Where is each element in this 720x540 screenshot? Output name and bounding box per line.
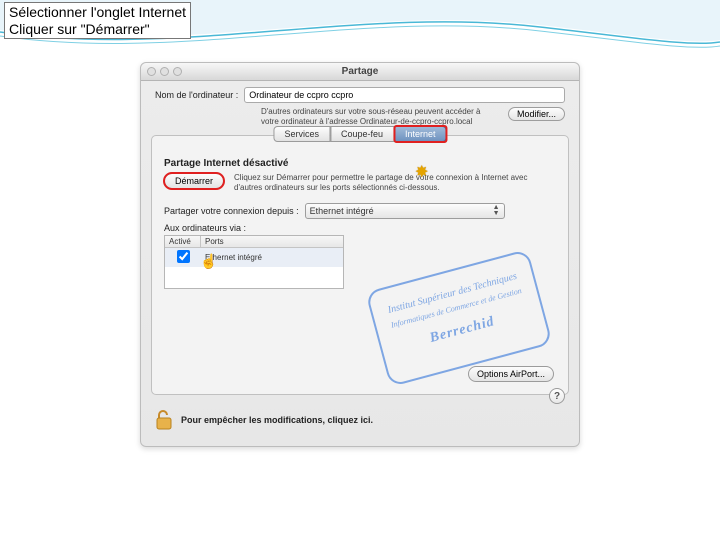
cursor-highlight-icon: ✸ [415,162,428,182]
lock-row[interactable]: Pour empêcher les modifications, cliquez… [141,403,579,437]
tab-firewall[interactable]: Coupe-feu [330,126,394,142]
lock-text: Pour empêcher les modifications, cliquez… [181,415,373,425]
computer-name-row: Nom de l'ordinateur : [141,81,579,105]
titlebar: Partage [141,63,579,81]
col-ports: Ports [201,236,343,247]
col-active: Activé [165,236,201,247]
instruction-box: Sélectionner l'onglet Internet Cliquer s… [4,2,191,39]
instruction-line-2: Cliquer sur "Démarrer" [9,21,186,38]
tabs: Services Coupe-feu Internet [273,126,446,142]
chevron-updown-icon: ▲▼ [493,205,500,217]
start-hint: Cliquez sur Démarrer pour permettre le p… [234,173,556,193]
instruction-line-1: Sélectionner l'onglet Internet [9,4,186,21]
window-title: Partage [141,66,579,77]
ports-table: Activé Ports Ethernet intégré [164,235,344,289]
table-row[interactable]: Ethernet intégré [165,248,343,267]
start-button[interactable]: Démarrer [164,173,224,189]
tab-services[interactable]: Services [273,126,330,142]
modify-button[interactable]: Modifier... [508,107,565,121]
help-button[interactable]: ? [549,388,565,404]
lock-open-icon [155,409,173,431]
sharing-status: Partage Internet désactivé [164,158,556,169]
share-from-select[interactable]: Ethernet intégré ▲▼ [305,203,505,219]
tab-internet[interactable]: Internet [394,126,447,142]
share-to-label: Aux ordinateurs via : [164,223,556,233]
computer-name-input[interactable] [244,87,565,103]
share-from-label: Partager votre connexion depuis : [164,206,299,216]
share-from-value: Ethernet intégré [310,206,374,216]
cursor-hand-icon: ☝️ [200,253,217,270]
port-active-checkbox[interactable] [177,250,190,263]
airport-options-button[interactable]: Options AirPort... [468,366,554,382]
computer-name-note: D'autres ordinateurs sur votre sous-rése… [261,107,498,127]
computer-name-label: Nom de l'ordinateur : [155,90,238,100]
